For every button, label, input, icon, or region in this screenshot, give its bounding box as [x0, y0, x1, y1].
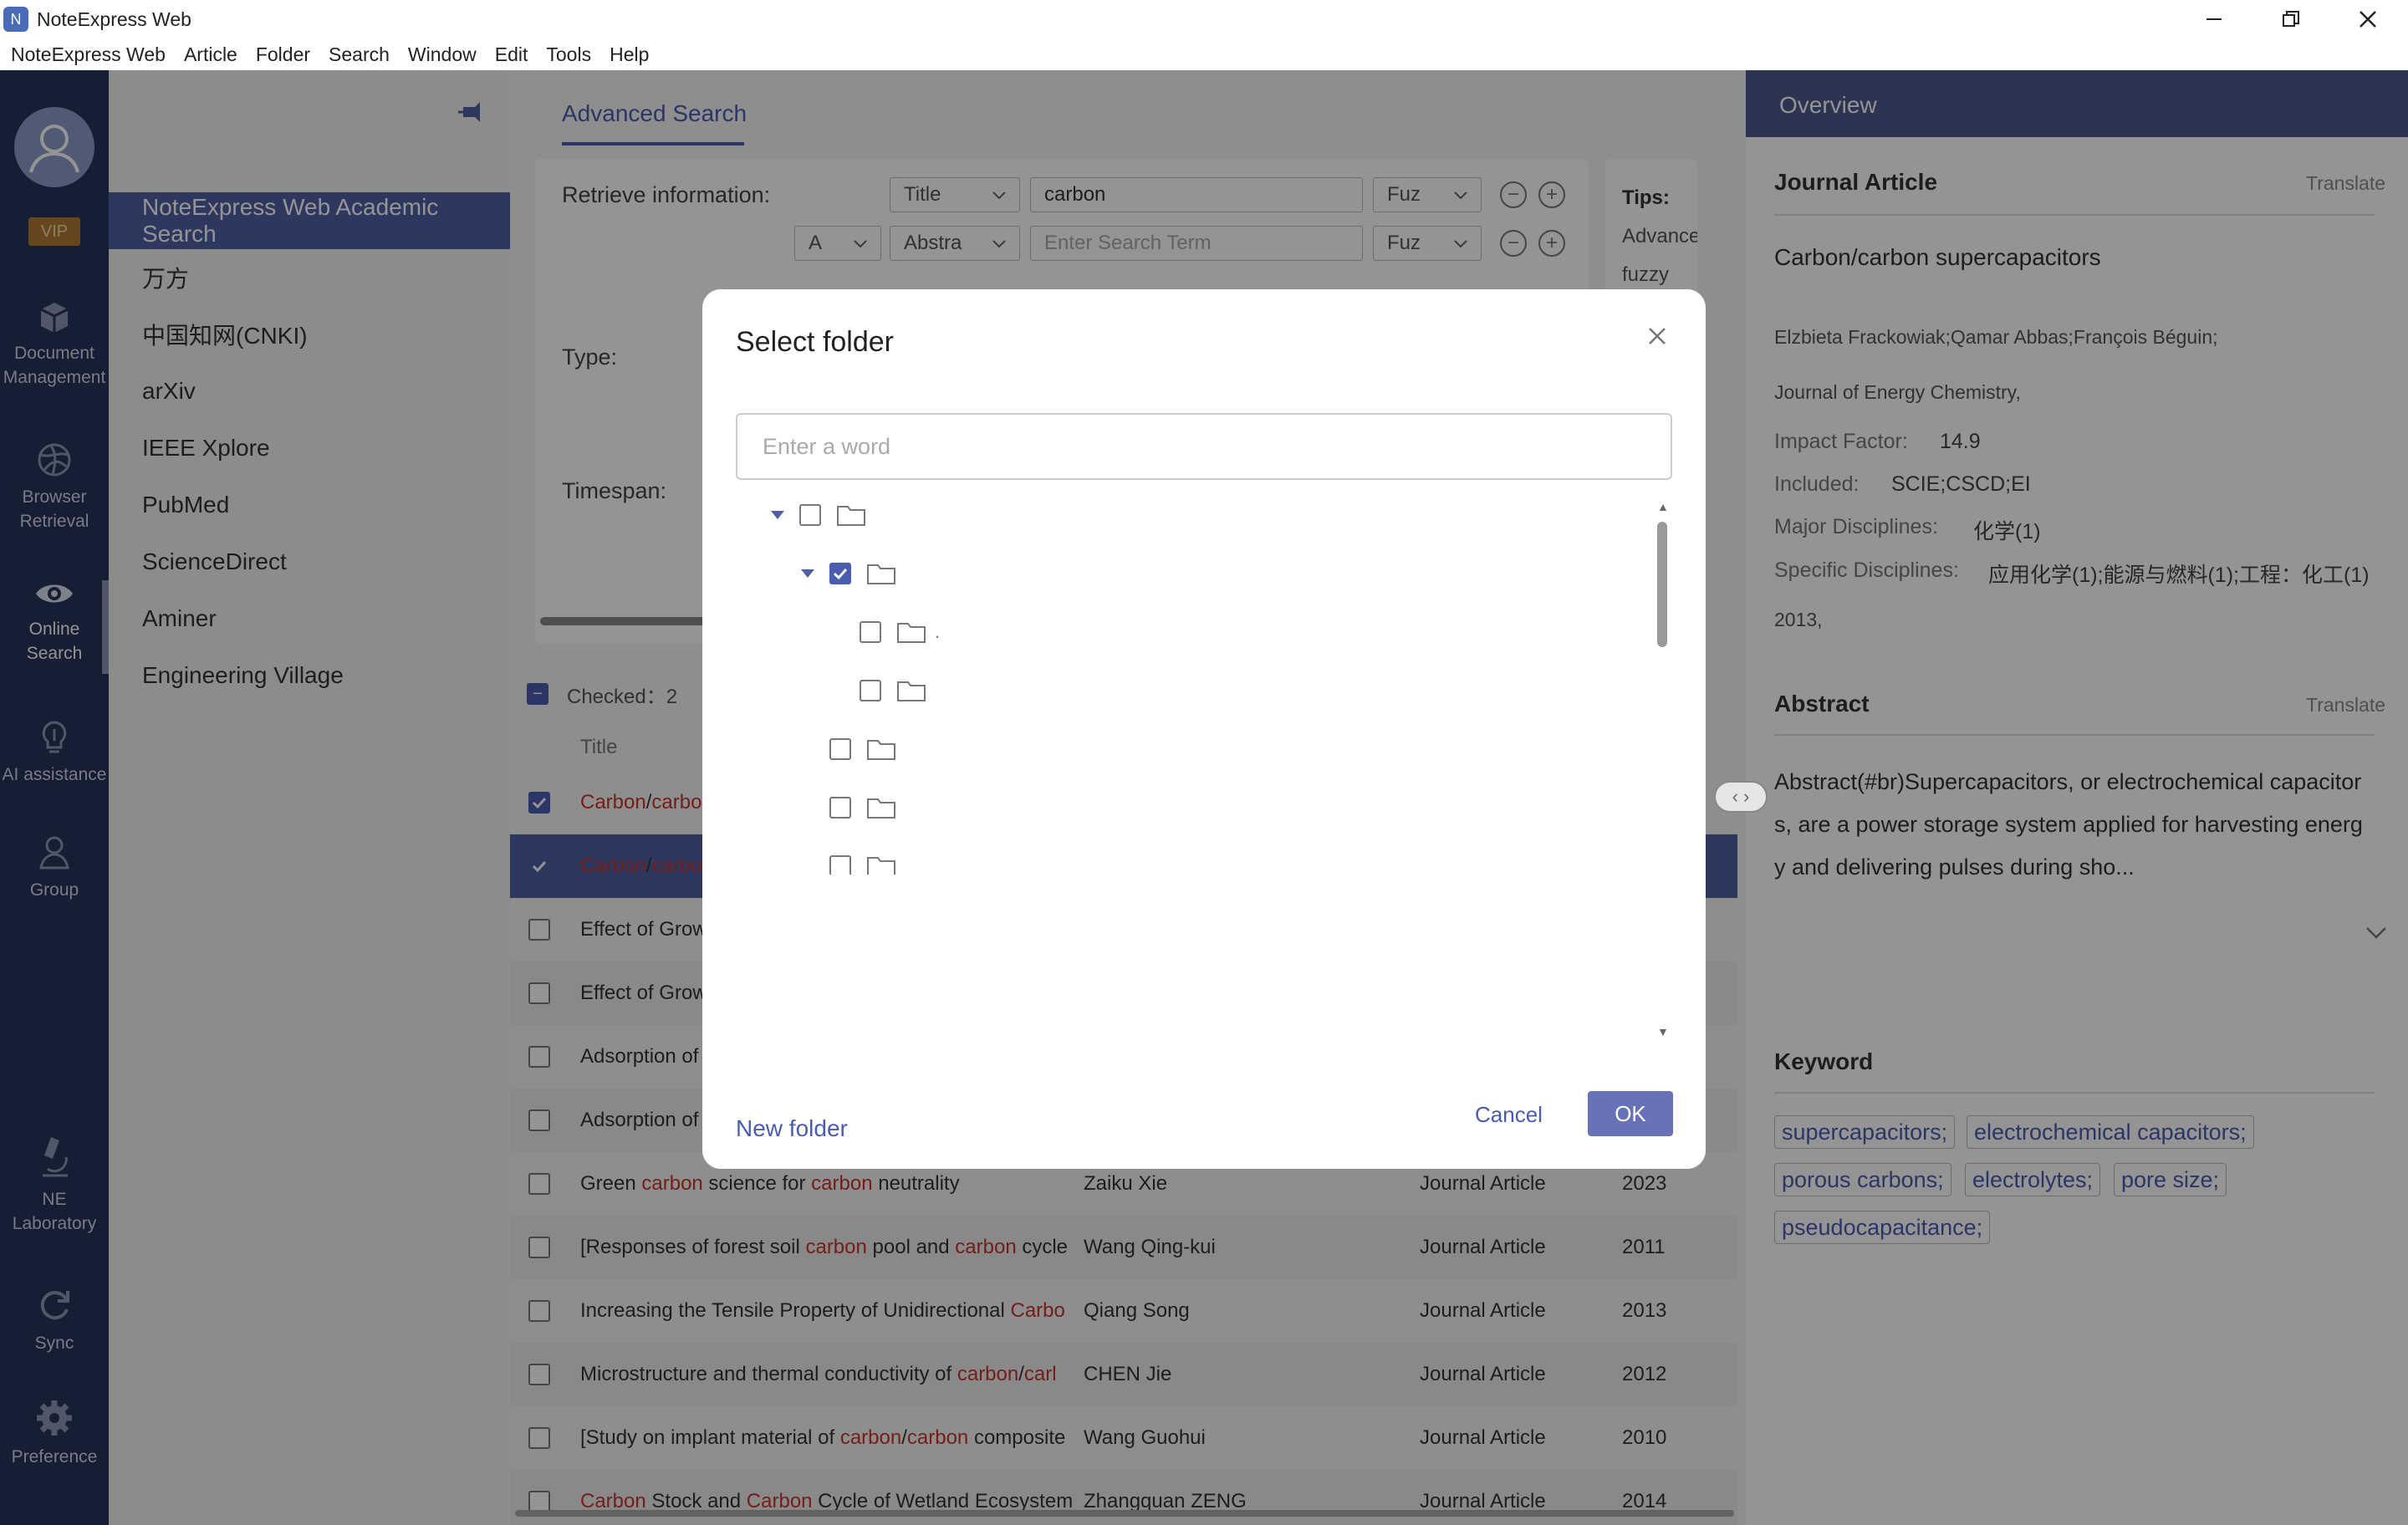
cancel-button[interactable]: Cancel	[1475, 1102, 1543, 1128]
menu-bar: NoteExpress Web Article Folder Search Wi…	[0, 38, 2408, 70]
folder-checkbox[interactable]	[829, 738, 851, 760]
folder-tree-item[interactable]	[799, 791, 905, 824]
folder-tree-item[interactable]	[799, 732, 905, 766]
folder-checkbox[interactable]	[860, 621, 881, 643]
folder-checkbox[interactable]	[860, 680, 881, 701]
folder-tree-item[interactable]	[799, 557, 905, 590]
close-icon	[1649, 328, 1666, 344]
menu-window[interactable]: Window	[408, 43, 477, 66]
scroll-up-arrow[interactable]: ▲	[1657, 500, 1669, 513]
folder-icon	[896, 620, 926, 644]
ok-button[interactable]: OK	[1588, 1091, 1673, 1136]
tree-scrollbar[interactable]	[1657, 522, 1667, 647]
close-window-button[interactable]	[2329, 0, 2406, 38]
menu-article[interactable]: Article	[184, 43, 237, 66]
caret-down-icon[interactable]	[769, 509, 786, 521]
menu-tools[interactable]: Tools	[546, 43, 591, 66]
title-bar: N NoteExpress Web	[0, 0, 2408, 38]
app-logo-icon: N	[3, 7, 28, 32]
minimize-button[interactable]	[2176, 0, 2252, 38]
menu-folder[interactable]: Folder	[256, 43, 310, 66]
folder-tree-item[interactable]	[769, 498, 875, 532]
dialog-title: Select folder	[736, 326, 894, 358]
new-folder-button[interactable]: New folder	[736, 1115, 848, 1142]
select-folder-dialog: Select folder Enter a word . ▲ ▼ New fol…	[702, 289, 1706, 1169]
folder-checkbox[interactable]	[829, 797, 851, 819]
folder-tree-item[interactable]	[799, 849, 905, 875]
menu-search[interactable]: Search	[329, 43, 390, 66]
restore-icon	[2283, 11, 2299, 27]
folder-icon	[896, 679, 926, 702]
folder-search-input[interactable]: Enter a word	[736, 413, 1672, 480]
folder-icon	[866, 796, 896, 819]
folder-tree-item[interactable]	[829, 674, 935, 707]
window-title: NoteExpress Web	[37, 8, 191, 30]
folder-checkbox[interactable]	[799, 504, 821, 526]
folder-icon	[866, 737, 896, 761]
menu-edit[interactable]: Edit	[495, 43, 528, 66]
folder-icon	[866, 854, 896, 875]
folder-tree: .	[736, 498, 1622, 875]
folder-label: .	[935, 621, 941, 642]
dialog-close-button[interactable]	[1647, 326, 1667, 350]
minimize-icon	[2206, 18, 2222, 20]
folder-icon	[866, 562, 896, 585]
folder-checkbox[interactable]	[829, 855, 851, 875]
menu-help[interactable]: Help	[610, 43, 649, 66]
scroll-down-arrow[interactable]: ▼	[1657, 1025, 1669, 1038]
restore-button[interactable]	[2252, 0, 2329, 38]
folder-icon	[836, 503, 866, 527]
menu-noteexpress[interactable]: NoteExpress Web	[11, 43, 166, 66]
folder-tree-item[interactable]: .	[829, 615, 940, 649]
panel-toggle-button[interactable]: ‹ ›	[1714, 781, 1768, 813]
caret-down-icon[interactable]	[799, 568, 816, 579]
folder-checkbox[interactable]	[829, 563, 851, 584]
close-icon	[2360, 11, 2376, 28]
